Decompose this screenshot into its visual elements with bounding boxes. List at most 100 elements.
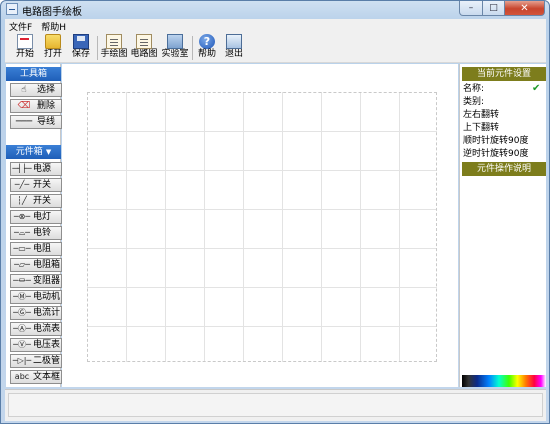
component-label: 电流表 — [33, 324, 61, 334]
diode-icon: ─▷|─ — [12, 356, 32, 365]
lab-icon — [167, 34, 183, 49]
status-bar — [5, 389, 546, 421]
canvas-grid[interactable] — [87, 92, 437, 362]
hand-draw-button[interactable]: 手绘图 — [99, 34, 129, 62]
wire-tool-label: 导线 — [37, 117, 56, 127]
wire-icon: ─── — [15, 117, 33, 127]
select-tool-label: 选择 — [37, 85, 56, 95]
new-button[interactable]: 开始 — [13, 34, 37, 62]
resistor-icon: ─▭─ — [13, 244, 31, 253]
component-type-label: 类别: — [463, 97, 485, 107]
maximize-button[interactable]: □ — [483, 1, 505, 16]
open-label: 打开 — [43, 49, 62, 59]
menu-bar: 文件F 帮助H — [5, 19, 546, 33]
switch-icon: ─╱─ — [14, 180, 30, 189]
save-disk-icon — [73, 34, 89, 49]
flip-vertical-button[interactable]: 上下翻转 — [463, 122, 499, 134]
component-item-motor[interactable]: ─Ⓜ─ 电动机 — [10, 290, 62, 304]
color-palette[interactable] — [462, 375, 546, 387]
toolbox-title: 工具箱 — [19, 69, 47, 79]
drawing-canvas[interactable] — [62, 64, 458, 387]
lab-button[interactable]: 实验室 — [160, 34, 190, 62]
resistor-box-icon: ─▱─ — [14, 260, 30, 269]
circuit-doc-icon — [136, 34, 152, 49]
close-button[interactable]: ✕ — [505, 1, 545, 16]
exit-label: 退出 — [224, 49, 243, 59]
menu-file[interactable]: 文件F — [5, 19, 37, 33]
hand-draw-icon — [106, 34, 122, 49]
rotate-cw-button[interactable]: 顺时针旋转90度 — [463, 135, 528, 147]
select-tool-button[interactable]: ☝ 选择 — [10, 83, 62, 97]
component-item-switch[interactable]: ─╱─ 开关 — [10, 178, 62, 192]
delete-tool-button[interactable]: ⌫ 删除 — [10, 99, 62, 113]
component-label: 电流计 — [33, 308, 61, 318]
help-label: 帮助 — [197, 49, 216, 59]
help-icon: ? — [199, 34, 215, 49]
component-item-diode[interactable]: ─▷|─ 二极管 — [10, 354, 62, 368]
component-label: 电源 — [33, 164, 52, 174]
component-item-bell[interactable]: ─⌓─ 电铃 — [10, 226, 62, 240]
galvanometer-icon: ─Ⓖ─ — [13, 308, 31, 317]
lab-label: 实验室 — [161, 49, 189, 59]
component-label: 电压表 — [33, 340, 61, 350]
component-item-voltmeter[interactable]: ─Ⓥ─ 电压表 — [10, 338, 62, 352]
text-icon: abc — [14, 372, 30, 381]
hand-pointer-icon: ☝ — [21, 85, 27, 95]
properties-header: 当前元件设置 — [462, 67, 546, 81]
battery-icon: ─┤├─ — [12, 164, 32, 173]
minimize-button[interactable]: – — [459, 1, 483, 16]
component-item-switch-vertical[interactable]: ┆╱ 开关 — [10, 194, 62, 208]
rotate-ccw-button[interactable]: 逆时针旋转90度 — [463, 148, 528, 160]
flip-horizontal-button[interactable]: 左右翻转 — [463, 109, 499, 121]
app-window: 电路图手绘板 – □ ✕ 文件F 帮助H 开始 打开 保存 手绘图 电路图 实验… — [0, 0, 550, 424]
menu-help[interactable]: 帮助H — [37, 19, 71, 33]
component-label: 开关 — [33, 196, 52, 206]
component-item-textbox[interactable]: abc 文本框 — [10, 370, 62, 384]
check-icon: ✔ — [532, 83, 541, 94]
window-title: 电路图手绘板 — [22, 7, 82, 18]
component-label: 二极管 — [33, 356, 61, 366]
component-item-lamp[interactable]: ─⊗─ 电灯 — [10, 210, 62, 224]
component-label: 电铃 — [33, 228, 52, 238]
save-label: 保存 — [71, 49, 90, 59]
component-label: 电动机 — [33, 292, 61, 302]
eraser-icon: ⌫ — [17, 101, 31, 111]
voltmeter-icon: ─Ⓥ─ — [13, 340, 31, 349]
component-label: 开关 — [33, 180, 52, 190]
component-item-power[interactable]: ─┤├─电源 — [10, 162, 62, 176]
toolbox-header: 工具箱 — [6, 67, 61, 81]
exit-button[interactable]: 退出 — [222, 34, 246, 62]
component-box-header[interactable]: 元件箱 ▼ — [6, 145, 61, 159]
window-controls: – □ ✕ — [459, 1, 545, 16]
component-box-title: 元件箱 — [15, 147, 43, 157]
component-item-ammeter[interactable]: ─Ⓐ─ 电流表 — [10, 322, 62, 336]
component-name-label: 名称: — [463, 84, 485, 94]
properties-panel: 当前元件设置 名称: ✔ 类别: 左右翻转 上下翻转 顺时针旋转90度 逆时针旋… — [459, 64, 546, 387]
new-label: 开始 — [15, 49, 34, 59]
rheostat-icon: ─⏛─ — [13, 276, 31, 285]
help-button[interactable]: ? 帮助 — [195, 34, 219, 62]
open-button[interactable]: 打开 — [41, 34, 65, 62]
switch-vertical-icon: ┆╱ — [17, 196, 27, 205]
toolbar: 开始 打开 保存 手绘图 电路图 实验室 ? 帮助 退出 — [5, 33, 546, 63]
chevron-down-icon: ▼ — [45, 148, 52, 156]
component-item-resistor-box[interactable]: ─▱─ 电阻箱 — [10, 258, 62, 272]
component-label: 文本框 — [33, 372, 61, 382]
component-label: 电阻 — [33, 244, 52, 254]
left-panel: 工具箱 ☝ 选择 ⌫ 删除 ─── 导线 元件箱 ▼ ─┤├─电源 ─╱─ 开关 ┆╱ 开关… — [6, 64, 62, 387]
component-item-resistor[interactable]: ─▭─ 电阻 — [10, 242, 62, 256]
wire-tool-button[interactable]: ─── 导线 — [10, 115, 62, 129]
circuit-label: 电路图 — [130, 49, 158, 59]
new-doc-icon — [17, 34, 33, 49]
component-label: 变阻器 — [33, 276, 61, 286]
circuit-button[interactable]: 电路图 — [129, 34, 159, 62]
component-item-rheostat[interactable]: ─⏛─ 变阻器 — [10, 274, 62, 288]
status-field — [8, 393, 543, 417]
motor-icon: ─Ⓜ─ — [13, 292, 31, 301]
component-label: 电灯 — [33, 212, 52, 222]
save-button[interactable]: 保存 — [69, 34, 93, 62]
toolbar-separator — [192, 36, 193, 60]
toolbar-separator — [97, 36, 98, 60]
hand-draw-label: 手绘图 — [100, 49, 128, 59]
component-item-galvanometer[interactable]: ─Ⓖ─ 电流计 — [10, 306, 62, 320]
